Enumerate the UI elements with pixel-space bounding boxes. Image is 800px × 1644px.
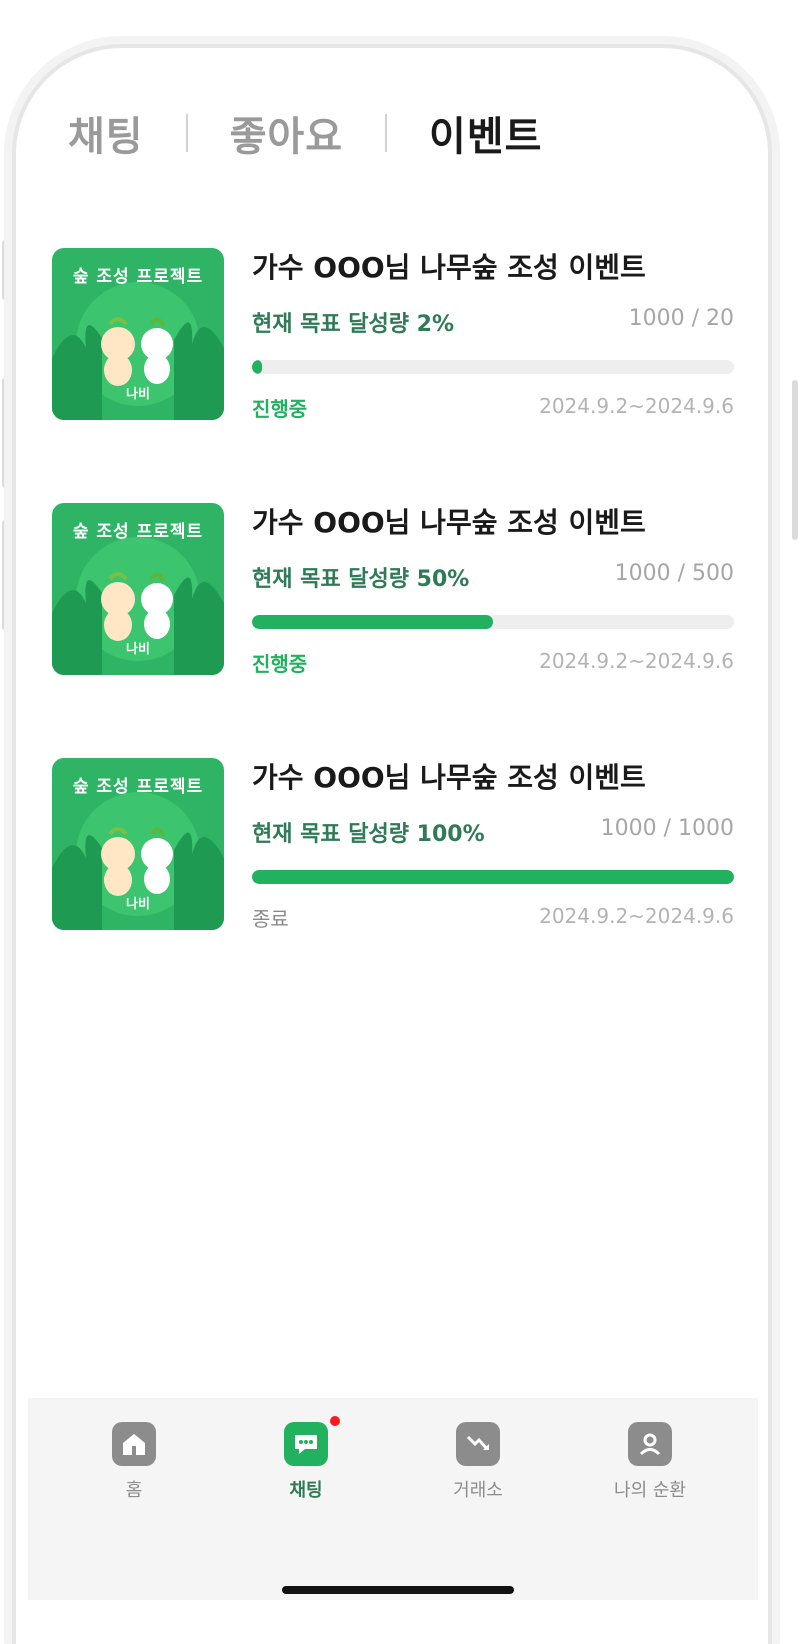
event-thumbnail: 숲 조성 프로젝트 나비 [52, 248, 224, 420]
bottom-navigation: 홈 채팅 거래소 나의 순환 [28, 1398, 758, 1600]
nav-exchange[interactable]: 거래소 [418, 1422, 538, 1502]
progress-bar [252, 615, 734, 629]
status-label: 진행중 [252, 397, 308, 421]
event-thumbnail: 숲 조성 프로젝트 나비 [52, 758, 224, 930]
progress-label: 현재 목표 달성량 2% [252, 312, 455, 337]
nav-my-cycle[interactable]: 나의 순환 [590, 1422, 710, 1502]
event-item[interactable]: 숲 조성 프로젝트 나비 가수 OOO님 나무숲 조성 이벤트 현재 목표 달성… [52, 503, 734, 758]
volume-switch [2, 240, 8, 300]
progress-label: 현재 목표 달성량 50% [252, 567, 470, 592]
progress-bar-fill [252, 360, 262, 374]
progress-row: 현재 목표 달성량 50% 1000 / 500 [252, 561, 734, 592]
nav-label: 홈 [125, 1480, 143, 1501]
brand-logo: 나비 [126, 897, 150, 912]
brand-logo: 나비 [126, 642, 150, 657]
notification-badge [330, 1416, 340, 1426]
power-button [792, 380, 798, 540]
nav-home[interactable]: 홈 [74, 1422, 194, 1502]
event-date: 2024.9.2~2024.9.6 [539, 649, 734, 673]
volume-down-button [2, 520, 8, 630]
event-title: 가수 OOO님 나무숲 조성 이벤트 [252, 506, 646, 539]
brand-logo: 나비 [126, 387, 150, 402]
progress-count: 1000 / 1000 [600, 816, 734, 841]
tab-chatting[interactable]: 채팅 [68, 104, 144, 162]
tab-divider [185, 114, 188, 152]
progress-count: 1000 / 20 [628, 306, 734, 331]
event-list: 숲 조성 프로젝트 나비 가수 OOO님 나무숲 조성 이벤트 현재 목표 달성… [52, 248, 734, 1013]
volume-up-button [2, 378, 8, 488]
event-title: 가수 OOO님 나무숲 조성 이벤트 [252, 761, 646, 794]
event-info: 가수 OOO님 나무숲 조성 이벤트 현재 목표 달성량 2% 1000 / 2… [252, 248, 734, 421]
event-title: 가수 OOO님 나무숲 조성 이벤트 [252, 251, 646, 284]
home-indicator [282, 1586, 514, 1594]
tab-likes[interactable]: 좋아요 [230, 104, 343, 162]
tab-divider [385, 114, 388, 152]
progress-bar [252, 360, 734, 374]
event-item[interactable]: 숲 조성 프로젝트 나비 가수 OOO님 나무숲 조성 이벤트 현재 목표 달성… [52, 758, 734, 1013]
progress-bar-fill [252, 615, 493, 629]
thumbnail-title: 숲 조성 프로젝트 [72, 777, 204, 797]
event-info: 가수 OOO님 나무숲 조성 이벤트 현재 목표 달성량 50% 1000 / … [252, 503, 734, 676]
event-thumbnail: 숲 조성 프로젝트 나비 [52, 503, 224, 675]
progress-bar-fill [252, 870, 734, 884]
thumbnail-title: 숲 조성 프로젝트 [72, 267, 204, 287]
event-date: 2024.9.2~2024.9.6 [539, 904, 734, 928]
nav-label: 거래소 [453, 1480, 503, 1501]
nav-chatting[interactable]: 채팅 [246, 1416, 366, 1502]
status-label: 종료 [252, 907, 289, 931]
home-icon [112, 1422, 156, 1466]
progress-label: 현재 목표 달성량 100% [252, 822, 485, 847]
thumbnail-title: 숲 조성 프로젝트 [72, 522, 204, 542]
progress-row: 현재 목표 달성량 100% 1000 / 1000 [252, 816, 734, 847]
profile-icon [628, 1422, 672, 1466]
progress-row: 현재 목표 달성량 2% 1000 / 20 [252, 306, 734, 337]
status-label: 진행중 [252, 652, 308, 676]
tab-bar: 채팅 좋아요 이벤트 [68, 108, 542, 160]
event-info: 가수 OOO님 나무숲 조성 이벤트 현재 목표 달성량 100% 1000 /… [252, 758, 734, 931]
event-date: 2024.9.2~2024.9.6 [539, 394, 734, 418]
progress-count: 1000 / 500 [614, 561, 734, 586]
event-item[interactable]: 숲 조성 프로젝트 나비 가수 OOO님 나무숲 조성 이벤트 현재 목표 달성… [52, 248, 734, 503]
progress-bar [252, 870, 734, 884]
nav-label: 채팅 [289, 1480, 323, 1501]
nav-label: 나의 순환 [614, 1480, 686, 1501]
tab-events[interactable]: 이벤트 [429, 104, 542, 162]
chat-icon [284, 1416, 340, 1466]
screen: 채팅 좋아요 이벤트 숲 조성 프로젝트 나비 가수 OOO님 나무숲 조성 이… [28, 58, 758, 1600]
trend-down-icon [456, 1422, 500, 1466]
